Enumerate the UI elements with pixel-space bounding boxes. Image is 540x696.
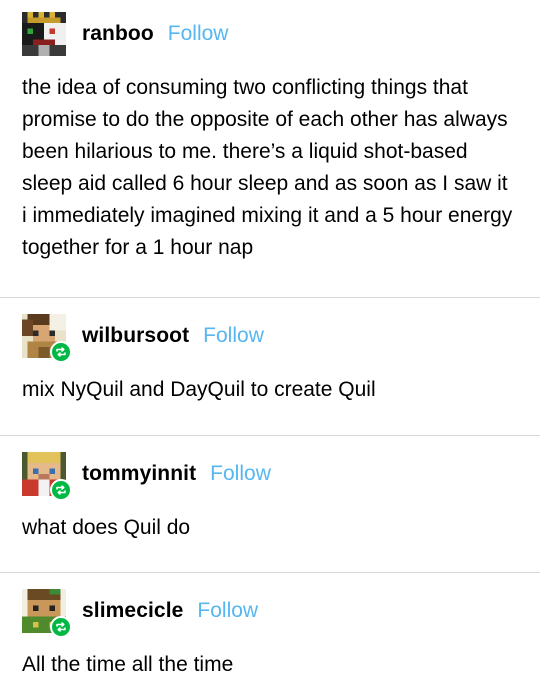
reblog-icon [56,485,66,495]
username[interactable]: slimecicle [82,599,183,623]
post-ranboo: ranboo Follow the idea of consuming two … [0,0,540,297]
post-wilbursoot: wilbursoot Follow mix NyQuil and DayQuil… [0,297,540,435]
follow-button[interactable]: Follow [168,22,229,46]
reblog-badge [50,341,72,363]
reblog-icon [56,622,66,632]
reblog-icon [56,347,66,357]
post-header: ranboo Follow [22,10,518,58]
reblog-thread: ranboo Follow the idea of consuming two … [0,0,540,696]
avatar[interactable] [22,589,72,638]
username[interactable]: wilbursoot [82,324,189,348]
post-header: wilbursoot Follow [22,312,518,363]
post-tommyinnit: tommyinnit Follow what does Quil do [0,435,540,572]
post-header: slimecicle Follow [22,587,518,638]
reblog-badge [50,616,72,638]
pixel-avatar-icon [22,12,66,56]
username[interactable]: tommyinnit [82,462,196,486]
post-text: what does Quil do [22,516,191,539]
avatar[interactable] [22,12,66,56]
avatar[interactable] [22,314,72,363]
avatar[interactable] [22,452,72,501]
post-text: the idea of consuming two conflicting th… [22,76,513,259]
post-header: tommyinnit Follow [22,450,518,501]
post-text: All the time all the time [22,653,234,676]
follow-button[interactable]: Follow [203,324,264,348]
follow-button[interactable]: Follow [197,599,258,623]
post-slimecicle: slimecicle Follow All the time all the t… [0,572,540,696]
post-text: mix NyQuil and DayQuil to create Quil [22,378,376,401]
follow-button[interactable]: Follow [210,462,271,486]
username[interactable]: ranboo [82,22,154,46]
reblog-badge [50,479,72,501]
